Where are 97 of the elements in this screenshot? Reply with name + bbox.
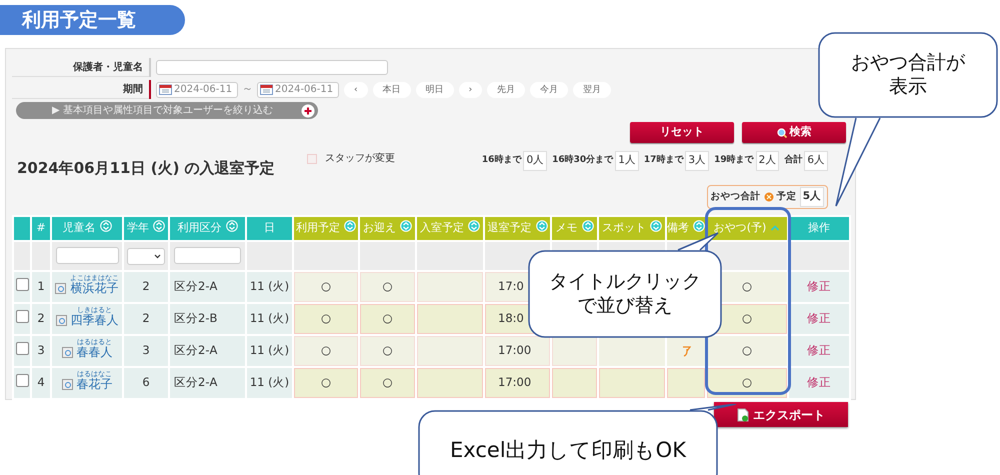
- count-label: 19時まで: [714, 154, 754, 168]
- snack-icon: [764, 192, 774, 202]
- chevron-down-icon: [154, 254, 161, 258]
- count-value: 2人: [756, 151, 780, 171]
- edit-link[interactable]: 修正: [807, 375, 831, 390]
- column-header: 日: [246, 216, 293, 241]
- row-number: 1: [37, 279, 45, 294]
- count-value: 1人: [615, 151, 639, 171]
- count-value: 3人: [685, 151, 710, 171]
- exit-time: 17:00: [498, 343, 532, 358]
- pickup-mark: ○: [382, 343, 393, 358]
- count-value: 5人: [800, 187, 824, 207]
- checkbox-label: スタッフが変更: [325, 152, 395, 166]
- callout-text: おやつ合計が 表示: [851, 51, 965, 99]
- day-text: 11 (火): [250, 375, 290, 390]
- profile-icon: [56, 314, 66, 326]
- day-text: 11 (火): [250, 279, 290, 294]
- search-button[interactable]: 検索: [742, 122, 846, 143]
- use-mark: ○: [320, 375, 332, 390]
- filter-select[interactable]: [127, 248, 165, 264]
- row-checkbox[interactable]: [16, 374, 28, 387]
- filter-input[interactable]: [174, 247, 242, 264]
- column-header: 操作: [788, 216, 850, 241]
- grade-text: 2: [142, 311, 150, 326]
- search-icon: [776, 128, 786, 138]
- profile-icon: [62, 346, 72, 358]
- day-text: 11 (火): [250, 343, 290, 358]
- row-number: 3: [37, 343, 45, 358]
- exit-time: 18:0: [498, 311, 524, 326]
- date-field[interactable]: 2024-06-11: [156, 82, 238, 98]
- snack-mark: ○: [742, 343, 752, 358]
- snack-mark: ○: [742, 279, 752, 294]
- edit-link[interactable]: 修正: [807, 343, 831, 358]
- snack-total-label: おやつ合計: [710, 190, 761, 204]
- day-text: 11 (火): [250, 311, 290, 326]
- name-input[interactable]: [156, 60, 388, 75]
- category-text: 区分2-A: [174, 375, 218, 390]
- date-nav-button[interactable]: 本日: [372, 82, 411, 98]
- calendar-icon: [260, 84, 273, 95]
- staff-changed-checkbox[interactable]: [307, 154, 317, 164]
- child-name-link[interactable]: 春春人: [76, 346, 112, 358]
- child-name-link[interactable]: 四季春人: [70, 314, 118, 326]
- file-icon: [737, 408, 749, 422]
- pickup-mark: ○: [382, 311, 393, 326]
- exit-time: 17:00: [498, 375, 532, 390]
- row-checkbox[interactable]: [16, 342, 28, 355]
- plus-icon: [301, 104, 315, 118]
- row-number: 4: [37, 375, 45, 390]
- date-nav-button[interactable]: 明日: [416, 82, 454, 98]
- category-text: 区分2-B: [174, 311, 218, 326]
- date-nav-button[interactable]: ›: [458, 82, 482, 98]
- count-label: 17時まで: [644, 154, 684, 168]
- grade-text: 6: [142, 375, 150, 390]
- exit-time: 17:0: [498, 279, 524, 294]
- range-separator: ～: [242, 81, 253, 98]
- category-text: 区分2-A: [174, 279, 218, 294]
- use-mark: ○: [320, 279, 332, 294]
- date-nav-button[interactable]: 翌月: [573, 82, 612, 98]
- edit-link[interactable]: 修正: [807, 279, 831, 294]
- column-header: #: [31, 216, 51, 241]
- filter-input[interactable]: [56, 247, 118, 264]
- pickup-mark: ○: [382, 375, 393, 390]
- use-mark: ○: [320, 311, 332, 326]
- profile-icon: [55, 282, 66, 294]
- grade-text: 2: [142, 279, 150, 294]
- filter-toggle-label: ▶ 基本項目や属性項目で対象ユーザーを絞り込む: [52, 104, 273, 118]
- date-field[interactable]: 2024-06-11: [257, 82, 339, 98]
- snack-mark: ○: [742, 375, 752, 390]
- reset-button[interactable]: リセット: [630, 122, 734, 143]
- grade-text: 3: [142, 343, 150, 358]
- export-button[interactable]: エクスポート: [714, 402, 848, 427]
- date-nav-button[interactable]: 今月: [530, 82, 568, 98]
- category-text: 区分2-A: [174, 343, 218, 358]
- snack-mark: ○: [742, 311, 752, 326]
- use-mark: ○: [320, 343, 332, 358]
- page-title: 利用予定一覧: [0, 5, 185, 35]
- schedule-heading: 2024年06月11日 (火) の入退室予定: [17, 158, 276, 179]
- count-value: 0人: [523, 151, 548, 171]
- count-value: 6人: [804, 151, 828, 171]
- pickup-mark: ○: [382, 279, 393, 294]
- filter-toggle-bar[interactable]: ▶ 基本項目や属性項目で対象ユーザーを絞り込む: [16, 102, 318, 119]
- child-name-link[interactable]: 春花子: [76, 378, 112, 390]
- row-number: 2: [37, 311, 45, 326]
- row-checkbox[interactable]: [16, 278, 28, 291]
- row-checkbox[interactable]: [16, 310, 28, 323]
- date-nav-button[interactable]: ‹: [344, 82, 368, 98]
- callout-text: Excel出力して印刷もOK: [450, 436, 686, 464]
- profile-icon: [62, 378, 72, 390]
- edit-link[interactable]: 修正: [807, 311, 831, 326]
- date-nav-button[interactable]: 先月: [487, 82, 526, 98]
- snack-sub-label: 予定: [776, 190, 797, 204]
- callout-text: タイトルクリック で並び替え: [549, 270, 701, 318]
- count-label: 合計: [784, 154, 802, 168]
- calendar-icon: [159, 84, 172, 95]
- child-name-link[interactable]: 横浜花子: [70, 282, 118, 294]
- count-label: 16時まで: [482, 154, 522, 168]
- count-label: 16時30分まで: [552, 154, 614, 168]
